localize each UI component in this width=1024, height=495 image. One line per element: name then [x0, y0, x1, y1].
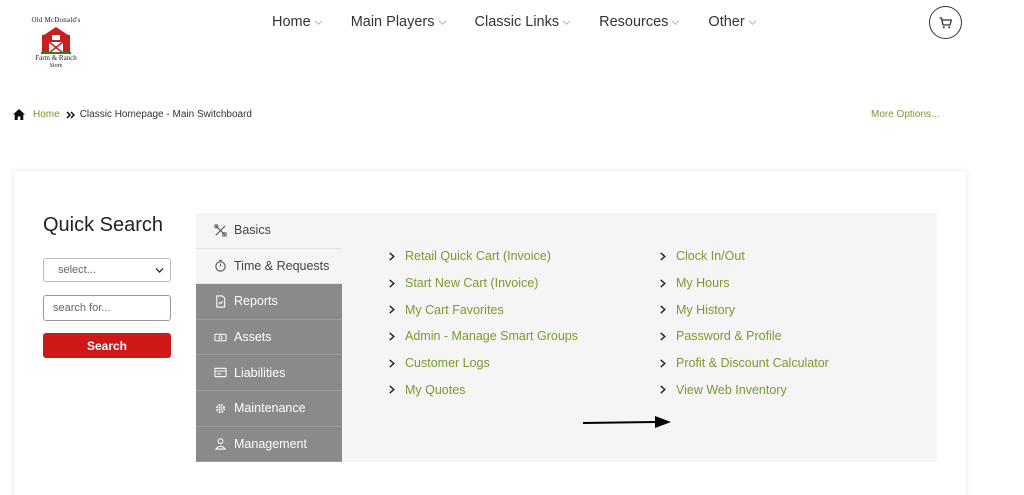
link-label: My Hours [676, 276, 730, 291]
link-retail-quick-cart[interactable]: Retail Quick Cart (Invoice) [388, 243, 578, 270]
chevron-down-icon [562, 19, 571, 25]
more-options-link[interactable]: More Options... [871, 109, 939, 120]
ledger-icon [214, 367, 227, 378]
menu-panel: Basics Time & Requests Reports Assets Li… [196, 213, 937, 463]
link-label: Profit & Discount Calculator [676, 356, 829, 371]
quick-search-select[interactable]: select... [43, 258, 171, 282]
tab-assets[interactable]: Assets [196, 319, 342, 356]
link-my-history[interactable]: My History [659, 296, 829, 323]
gear-icon [215, 403, 226, 413]
chevron-down-icon [314, 19, 323, 25]
links-column-2: Clock In/Out My Hours My History Passwor… [659, 243, 829, 403]
main-nav: Home Main Players Classic Links Resource… [272, 13, 785, 31]
nav-other-label: Other [708, 14, 745, 30]
document-icon [216, 295, 226, 308]
select-value: select... [58, 264, 96, 276]
chevron-right-icon [389, 332, 395, 341]
chevron-right-icon [660, 278, 666, 288]
link-label: My History [676, 302, 736, 317]
double-chevron-right-icon [66, 110, 75, 119]
tab-reports[interactable]: Reports [196, 284, 342, 320]
tab-time-requests-label: Time & Requests [234, 258, 330, 273]
tab-basics-label: Basics [234, 223, 271, 238]
breadcrumb-home-link[interactable]: Home [33, 109, 60, 120]
tab-maintenance[interactable]: Maintenance [196, 390, 342, 427]
link-password-profile[interactable]: Password & Profile [659, 323, 829, 350]
category-tabs: Basics Time & Requests Reports Assets Li… [196, 213, 342, 463]
link-label: Customer Logs [405, 356, 490, 371]
link-label: My Quotes [405, 382, 466, 397]
nav-home-label: Home [272, 14, 311, 30]
chevron-down-icon [748, 19, 757, 25]
chevron-right-icon [660, 252, 666, 261]
link-label: My Cart Favorites [405, 302, 504, 317]
nav-main-players-label: Main Players [350, 14, 435, 30]
annotation-arrow-icon [583, 416, 671, 428]
chevron-right-icon [660, 305, 666, 314]
store-logo[interactable]: Old McDonald's Farm & Ranch Store [20, 10, 92, 72]
chevron-right-icon [660, 358, 666, 368]
tab-liabilities-label: Liabilities [234, 365, 286, 380]
link-profit-discount-calculator[interactable]: Profit & Discount Calculator [659, 350, 829, 377]
quick-search-title: Quick Search [43, 214, 164, 236]
tab-reports-label: Reports [234, 294, 278, 309]
link-manage-smart-groups[interactable]: Admin - Manage Smart Groups [388, 323, 578, 350]
tab-basics[interactable]: Basics [196, 213, 342, 249]
chevron-right-icon [389, 358, 395, 368]
tab-assets-label: Assets [234, 330, 272, 345]
barn-icon [41, 25, 71, 54]
stopwatch-icon [215, 260, 226, 273]
switchboard-card: Quick Search select... Search Basics [14, 171, 966, 495]
links-column-1: Retail Quick Cart (Invoice) Start New Ca… [388, 243, 578, 403]
chevron-down-icon [155, 268, 164, 273]
tab-time-requests[interactable]: Time & Requests [196, 248, 342, 285]
link-my-cart-favorites[interactable]: My Cart Favorites [388, 296, 578, 323]
logo-line-2: Farm & Ranch [35, 54, 77, 62]
link-label: Clock In/Out [676, 249, 745, 264]
person-icon [214, 438, 227, 450]
logo-line-1: Old McDonald's [31, 16, 81, 24]
link-my-quotes[interactable]: My Quotes [388, 376, 578, 403]
nav-classic-links-label: Classic Links [474, 14, 560, 30]
nav-resources[interactable]: Resources [599, 13, 680, 31]
chevron-right-icon [389, 278, 395, 288]
chevron-down-icon [438, 19, 446, 25]
search-button[interactable]: Search [43, 333, 171, 358]
link-label: Start New Cart (Invoice) [405, 276, 539, 291]
chevron-right-icon [389, 305, 395, 314]
chevron-right-icon [660, 332, 666, 341]
nav-resources-label: Resources [599, 14, 669, 30]
chevron-right-icon [389, 385, 395, 394]
link-view-web-inventory[interactable]: View Web Inventory [659, 376, 829, 403]
tab-management-label: Management [234, 436, 307, 451]
link-my-hours[interactable]: My Hours [659, 270, 829, 297]
link-label: Retail Quick Cart (Invoice) [405, 249, 551, 264]
logo-line-3: Store [49, 63, 63, 69]
nav-other[interactable]: Other [708, 13, 757, 31]
nav-main-players[interactable]: Main Players [351, 13, 447, 31]
link-customer-logs[interactable]: Customer Logs [388, 350, 578, 377]
link-start-new-cart[interactable]: Start New Cart (Invoice) [388, 270, 578, 297]
tab-liabilities[interactable]: Liabilities [196, 355, 342, 391]
breadcrumb-current: Classic Homepage - Main Switchboard [79, 109, 252, 120]
money-icon [214, 333, 227, 341]
nav-home[interactable]: Home [272, 13, 323, 31]
link-label: Password & Profile [676, 329, 782, 344]
chevron-down-icon [672, 19, 680, 25]
link-label: View Web Inventory [676, 382, 787, 397]
quick-search-input[interactable] [43, 295, 171, 321]
tools-icon [214, 224, 227, 237]
breadcrumb: Home Classic Homepage - Main Switchboard [13, 109, 252, 120]
cart-icon [939, 16, 952, 28]
home-icon [13, 109, 25, 120]
link-label: Admin - Manage Smart Groups [405, 329, 578, 344]
chevron-right-icon [389, 252, 395, 261]
nav-classic-links[interactable]: Classic Links [475, 13, 572, 31]
tab-maintenance-label: Maintenance [234, 401, 306, 416]
chevron-right-icon [660, 385, 666, 394]
link-clock-in-out[interactable]: Clock In/Out [659, 243, 829, 270]
tab-management[interactable]: Management [196, 426, 342, 463]
cart-button[interactable] [929, 6, 962, 39]
